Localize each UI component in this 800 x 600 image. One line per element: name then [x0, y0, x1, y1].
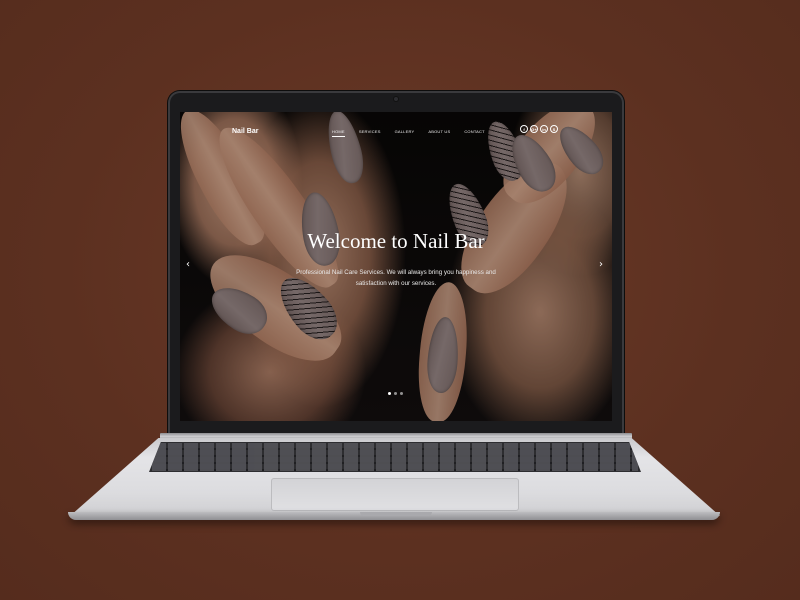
site-navbar: Nail Bar HOME SERVICES GALLERY ABOUT US … [180, 112, 612, 148]
carousel-dot-1[interactable] [388, 392, 391, 395]
webcam [394, 97, 398, 101]
carousel-indicators [388, 392, 403, 395]
carousel-prev-icon[interactable]: ‹ [186, 260, 190, 270]
carousel-dot-3[interactable] [400, 392, 403, 395]
nav-menu: HOME SERVICES GALLERY ABOUT US CONTACT [332, 129, 499, 137]
nav-item-about-us[interactable]: ABOUT US [428, 129, 450, 134]
social-links: f G+ in S [520, 125, 558, 133]
laptop-trackpad [271, 478, 519, 511]
keyboard-keys [152, 443, 638, 471]
nav-item-gallery[interactable]: GALLERY [395, 129, 415, 134]
facebook-icon[interactable]: f [520, 125, 528, 133]
nav-item-home[interactable]: HOME [332, 129, 345, 137]
carousel-next-icon[interactable]: › [599, 260, 603, 270]
hero-subtitle: Professional Nail Care Services. We will… [296, 269, 496, 287]
mockup-background: Nail Bar HOME SERVICES GALLERY ABOUT US … [0, 0, 800, 600]
nav-item-services[interactable]: SERVICES [359, 129, 381, 134]
linkedin-icon[interactable]: in [540, 125, 548, 133]
hero-title: Welcome to Nail Bar [307, 229, 485, 253]
site-logo[interactable]: Nail Bar [232, 128, 258, 135]
nav-item-contact[interactable]: CONTACT [464, 129, 484, 134]
laptop-keyboard [149, 442, 641, 472]
laptop-lid-notch [360, 512, 432, 516]
laptop-screen: Nail Bar HOME SERVICES GALLERY ABOUT US … [180, 112, 612, 421]
google-plus-icon[interactable]: G+ [530, 125, 538, 133]
skype-icon[interactable]: S [550, 125, 558, 133]
carousel-dot-2[interactable] [394, 392, 397, 395]
laptop-lid: Nail Bar HOME SERVICES GALLERY ABOUT US … [168, 91, 624, 435]
